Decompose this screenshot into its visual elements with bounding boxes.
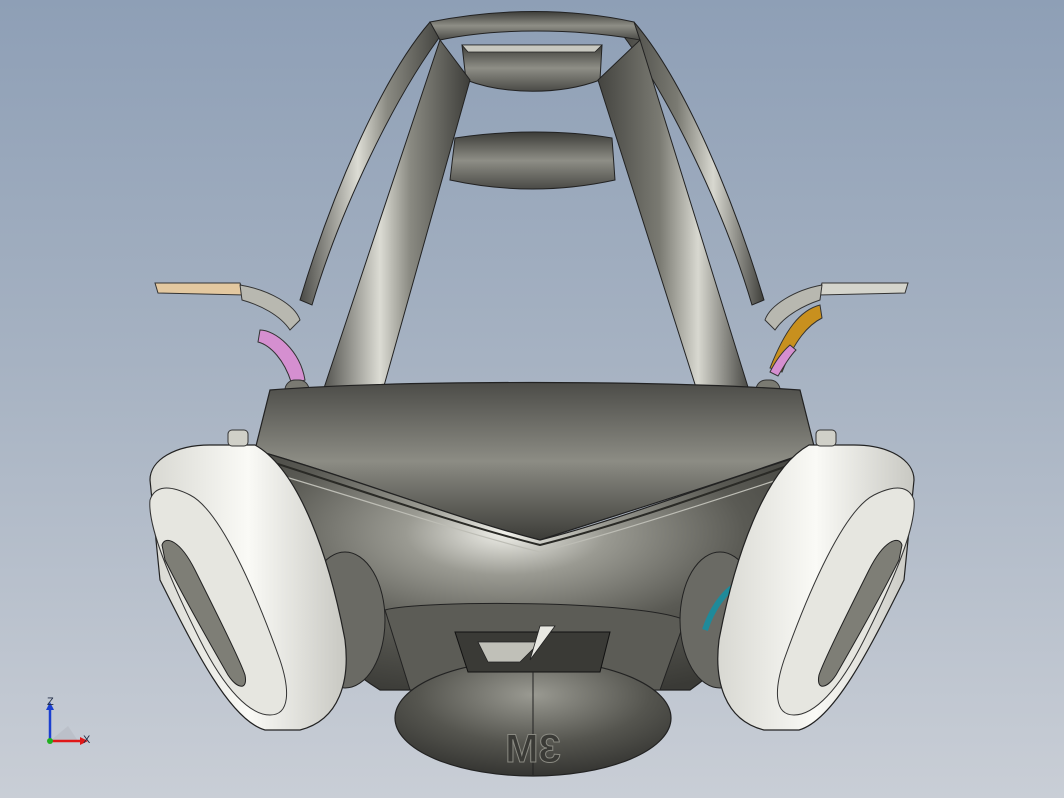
- brand-logo: 3M: [505, 727, 561, 771]
- x-axis-label: X: [83, 734, 91, 746]
- respirator-model[interactable]: 3M: [0, 0, 1064, 798]
- axis-triad: Z X: [38, 696, 108, 760]
- z-axis-label: Z: [47, 696, 54, 708]
- head-harness[interactable]: [299, 11, 765, 401]
- cad-viewport[interactable]: 3M Z X: [0, 0, 1064, 798]
